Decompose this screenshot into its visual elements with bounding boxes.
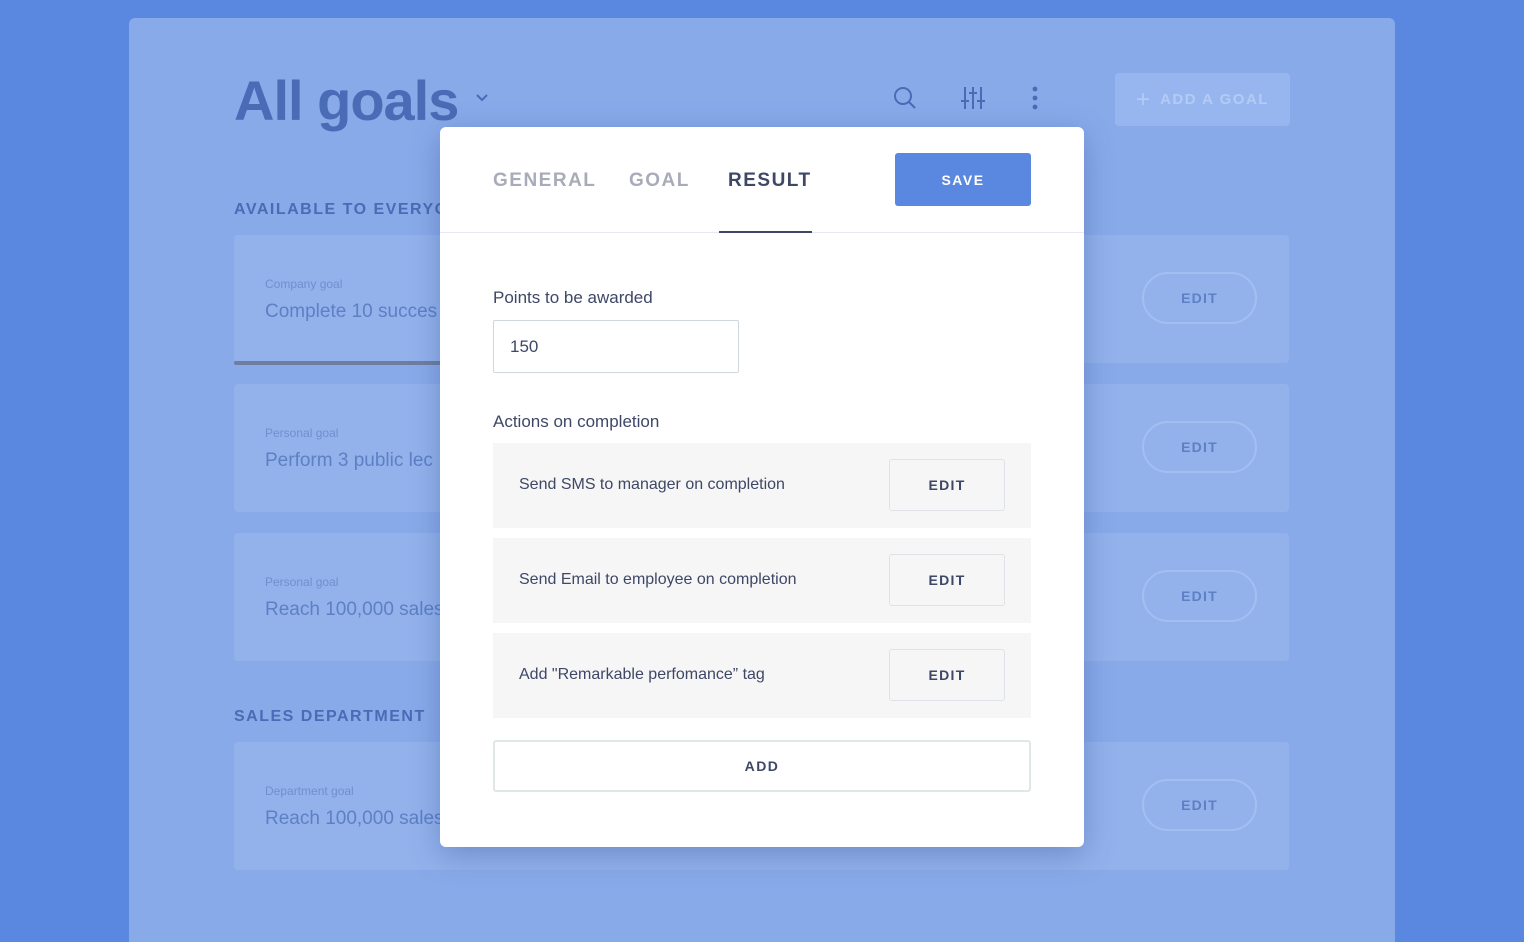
tab-general[interactable]: GENERAL — [493, 170, 596, 192]
points-input[interactable] — [493, 320, 739, 373]
action-label: Add "Remarkable perfomance” tag — [519, 666, 765, 683]
tab-result[interactable]: RESULT — [728, 170, 812, 192]
goal-type: Department goal — [265, 784, 354, 798]
goal-type: Company goal — [265, 277, 343, 291]
section-heading-available: AVAILABLE TO EVERYO — [234, 201, 449, 218]
filter-sliders-icon[interactable] — [959, 84, 987, 112]
action-edit-button[interactable]: EDIT — [889, 459, 1005, 511]
goal-edit-button[interactable]: EDIT — [1142, 779, 1257, 831]
points-label: Points to be awarded — [493, 288, 653, 307]
action-item: Send SMS to manager on completion EDIT — [493, 443, 1031, 528]
page-title: All goals — [234, 69, 459, 132]
goal-edit-button[interactable]: EDIT — [1142, 570, 1257, 622]
goal-name: Reach 100,000 sales — [265, 599, 444, 620]
action-edit-button[interactable]: EDIT — [889, 554, 1005, 606]
goal-progress-bar — [234, 361, 449, 365]
goal-edit-button[interactable]: EDIT — [1142, 421, 1257, 473]
add-goal-label: ADD A GOAL — [1160, 91, 1269, 108]
active-tab-indicator — [719, 231, 812, 233]
plus-icon: + — [1136, 85, 1151, 113]
add-goal-button[interactable]: + ADD A GOAL — [1115, 73, 1290, 126]
more-vertical-icon[interactable] — [1021, 84, 1049, 112]
goal-edit-dialog: GENERAL GOAL RESULT SAVE Points to be aw… — [440, 127, 1084, 847]
tab-goal[interactable]: GOAL — [629, 170, 690, 192]
action-edit-button[interactable]: EDIT — [889, 649, 1005, 701]
goal-edit-button[interactable]: EDIT — [1142, 272, 1257, 324]
add-action-button[interactable]: ADD — [493, 740, 1031, 792]
actions-label: Actions on completion — [493, 412, 660, 431]
chevron-down-icon[interactable] — [474, 90, 490, 106]
section-heading-sales: SALES DEPARTMENT — [234, 708, 426, 725]
action-label: Send SMS to manager on completion — [519, 476, 785, 493]
search-icon[interactable] — [891, 84, 919, 112]
goal-name: Reach 100,000 sales — [265, 808, 444, 829]
save-button[interactable]: SAVE — [895, 153, 1031, 206]
goal-name: Complete 10 succes — [265, 301, 438, 322]
goal-name: Perform 3 public lec — [265, 450, 433, 471]
action-item: Send Email to employee on completion EDI… — [493, 538, 1031, 623]
dialog-tabs: GENERAL GOAL RESULT SAVE — [440, 127, 1084, 233]
action-label: Send Email to employee on completion — [519, 571, 797, 588]
goal-type: Personal goal — [265, 426, 339, 440]
action-item: Add "Remarkable perfomance” tag EDIT — [493, 633, 1031, 718]
goal-type: Personal goal — [265, 575, 339, 589]
